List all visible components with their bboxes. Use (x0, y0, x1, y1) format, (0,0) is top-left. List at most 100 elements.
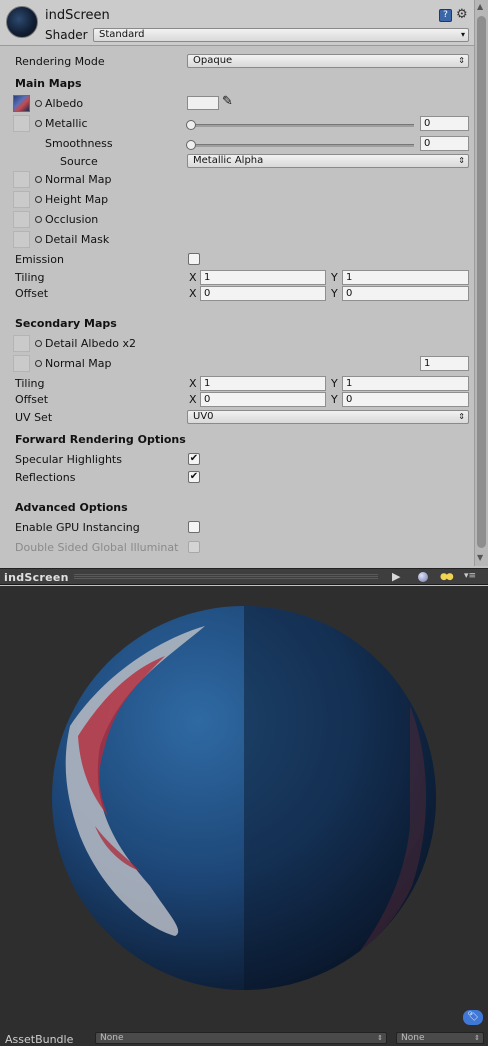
updown-arrow-icon: ⇕ (474, 1034, 480, 1042)
preview-toolbar: indScreen ▶ ●● ▾≡ (0, 568, 488, 585)
asset-bundle-variant-dropdown[interactable]: None ⇕ (396, 1032, 484, 1044)
uv-set-dropdown[interactable]: UV0 ⇕ (187, 410, 469, 424)
updown-arrow-icon: ⇕ (458, 412, 465, 421)
shader-label: Shader (45, 28, 88, 42)
metallic-texture-slot[interactable] (13, 115, 30, 132)
detail-albedo-label: Detail Albedo x2 (45, 337, 136, 350)
dropdown-menu-icon[interactable]: ▾≡ (464, 571, 476, 581)
metallic-slider-track[interactable] (190, 124, 414, 127)
asset-label-icon[interactable]: 🏷 (463, 1010, 483, 1025)
rendering-mode-dropdown[interactable]: Opaque ⇕ (187, 54, 469, 68)
specular-highlights-label: Specular Highlights (15, 453, 122, 466)
offset-x-label: X (189, 287, 197, 300)
metallic-slider-handle[interactable] (186, 120, 196, 130)
specular-highlights-checkbox[interactable]: ✔ (188, 453, 200, 465)
reflections-checkbox[interactable]: ✔ (188, 471, 200, 483)
detail-mask-texture-slot[interactable] (13, 231, 30, 248)
preview-sphere (52, 606, 436, 990)
smoothness-value-field[interactable]: 0 (420, 136, 469, 151)
albedo-color-swatch[interactable] (187, 96, 219, 110)
albedo-label: Albedo (45, 97, 84, 110)
material-thumbnail (6, 6, 38, 38)
shader-value: Standard (99, 29, 145, 40)
reflections-label: Reflections (15, 471, 76, 484)
secondary-tiling-x-label: X (189, 377, 197, 390)
albedo-picker-icon[interactable] (35, 100, 42, 107)
offset-label: Offset (15, 287, 49, 300)
detail-albedo-texture-slot[interactable] (13, 335, 30, 352)
smoothness-label: Smoothness (45, 137, 113, 150)
secondary-tiling-y-field[interactable]: 1 (342, 376, 469, 391)
secondary-tiling-x-field[interactable]: 1 (200, 376, 326, 391)
updown-arrow-icon: ⇕ (377, 1034, 383, 1042)
secondary-normal-map-picker-icon[interactable] (35, 360, 42, 367)
dropdown-arrow-icon: ▾ (460, 30, 465, 39)
secondary-offset-x-label: X (189, 393, 197, 406)
main-maps-title: Main Maps (15, 77, 82, 90)
play-icon[interactable]: ▶ (392, 570, 400, 583)
secondary-normal-map-label: Normal Map (45, 357, 112, 370)
occlusion-picker-icon[interactable] (35, 216, 42, 223)
asset-bundle-label: AssetBundle (5, 1033, 74, 1046)
emission-checkbox[interactable] (188, 253, 200, 265)
material-preview[interactable] (0, 586, 488, 1030)
detail-mask-picker-icon[interactable] (35, 236, 42, 243)
book-help-icon[interactable]: ? (439, 9, 452, 22)
gpu-instancing-label: Enable GPU Instancing (15, 521, 140, 534)
preview-resize-grip[interactable] (74, 574, 378, 580)
metallic-value-field[interactable]: 0 (420, 116, 469, 131)
inspector-scrollbar[interactable]: ▲ ▼ (474, 0, 488, 566)
offset-y-field[interactable]: 0 (342, 286, 469, 301)
uv-set-label: UV Set (15, 411, 53, 424)
tiling-label: Tiling (15, 271, 45, 284)
light-icon[interactable]: ●● (440, 572, 454, 582)
secondary-maps-title: Secondary Maps (15, 317, 117, 330)
scrollbar-thumb[interactable] (477, 16, 486, 548)
occlusion-texture-slot[interactable] (13, 211, 30, 228)
gear-icon[interactable]: ⚙ (456, 7, 468, 22)
smoothness-slider-track[interactable] (190, 144, 414, 147)
asset-bundle-name-value: None (100, 1033, 124, 1043)
source-label: Source (60, 155, 98, 168)
tiling-y-field[interactable]: 1 (342, 270, 469, 285)
detail-mask-label: Detail Mask (45, 233, 110, 246)
metallic-label: Metallic (45, 117, 88, 130)
normal-map-texture-slot[interactable] (13, 171, 30, 188)
uv-set-value: UV0 (193, 411, 214, 422)
secondary-offset-y-label: Y (331, 393, 338, 406)
gpu-instancing-checkbox[interactable] (188, 521, 200, 533)
secondary-normal-map-texture-slot[interactable] (13, 355, 30, 372)
double-sided-gi-checkbox (188, 541, 200, 553)
eyedropper-icon[interactable]: ✎ (222, 94, 233, 109)
preview-title: indScreen (4, 571, 69, 584)
metallic-picker-icon[interactable] (35, 120, 42, 127)
material-header: indScreen Shader Standard ▾ ? ⚙ (0, 0, 474, 46)
height-map-texture-slot[interactable] (13, 191, 30, 208)
offset-x-field[interactable]: 0 (200, 286, 326, 301)
asset-bundle-name-dropdown[interactable]: None ⇕ (95, 1032, 387, 1044)
asset-bundle-variant-value: None (401, 1033, 425, 1043)
updown-arrow-icon: ⇕ (458, 156, 465, 165)
scroll-up-icon[interactable]: ▲ (477, 2, 483, 11)
secondary-offset-x-field[interactable]: 0 (200, 392, 326, 407)
rendering-mode-label: Rendering Mode (15, 55, 105, 68)
albedo-texture-slot[interactable] (13, 95, 30, 112)
secondary-offset-label: Offset (15, 393, 49, 406)
shader-dropdown[interactable]: Standard ▾ (93, 28, 469, 42)
scroll-down-icon[interactable]: ▼ (477, 553, 483, 562)
advanced-options-title: Advanced Options (15, 501, 128, 514)
secondary-offset-y-field[interactable]: 0 (342, 392, 469, 407)
detail-albedo-picker-icon[interactable] (35, 340, 42, 347)
emission-label: Emission (15, 253, 64, 266)
smoothness-slider-handle[interactable] (186, 140, 196, 150)
source-dropdown[interactable]: Metallic Alpha ⇕ (187, 154, 469, 168)
source-value: Metallic Alpha (193, 155, 264, 166)
rendering-mode-value: Opaque (193, 55, 233, 66)
tiling-x-label: X (189, 271, 197, 284)
tiling-x-field[interactable]: 1 (200, 270, 326, 285)
height-map-picker-icon[interactable] (35, 196, 42, 203)
secondary-normal-scale-field[interactable]: 1 (420, 356, 469, 371)
height-map-label: Height Map (45, 193, 109, 206)
preview-sphere-icon[interactable] (418, 572, 428, 582)
normal-map-picker-icon[interactable] (35, 176, 42, 183)
